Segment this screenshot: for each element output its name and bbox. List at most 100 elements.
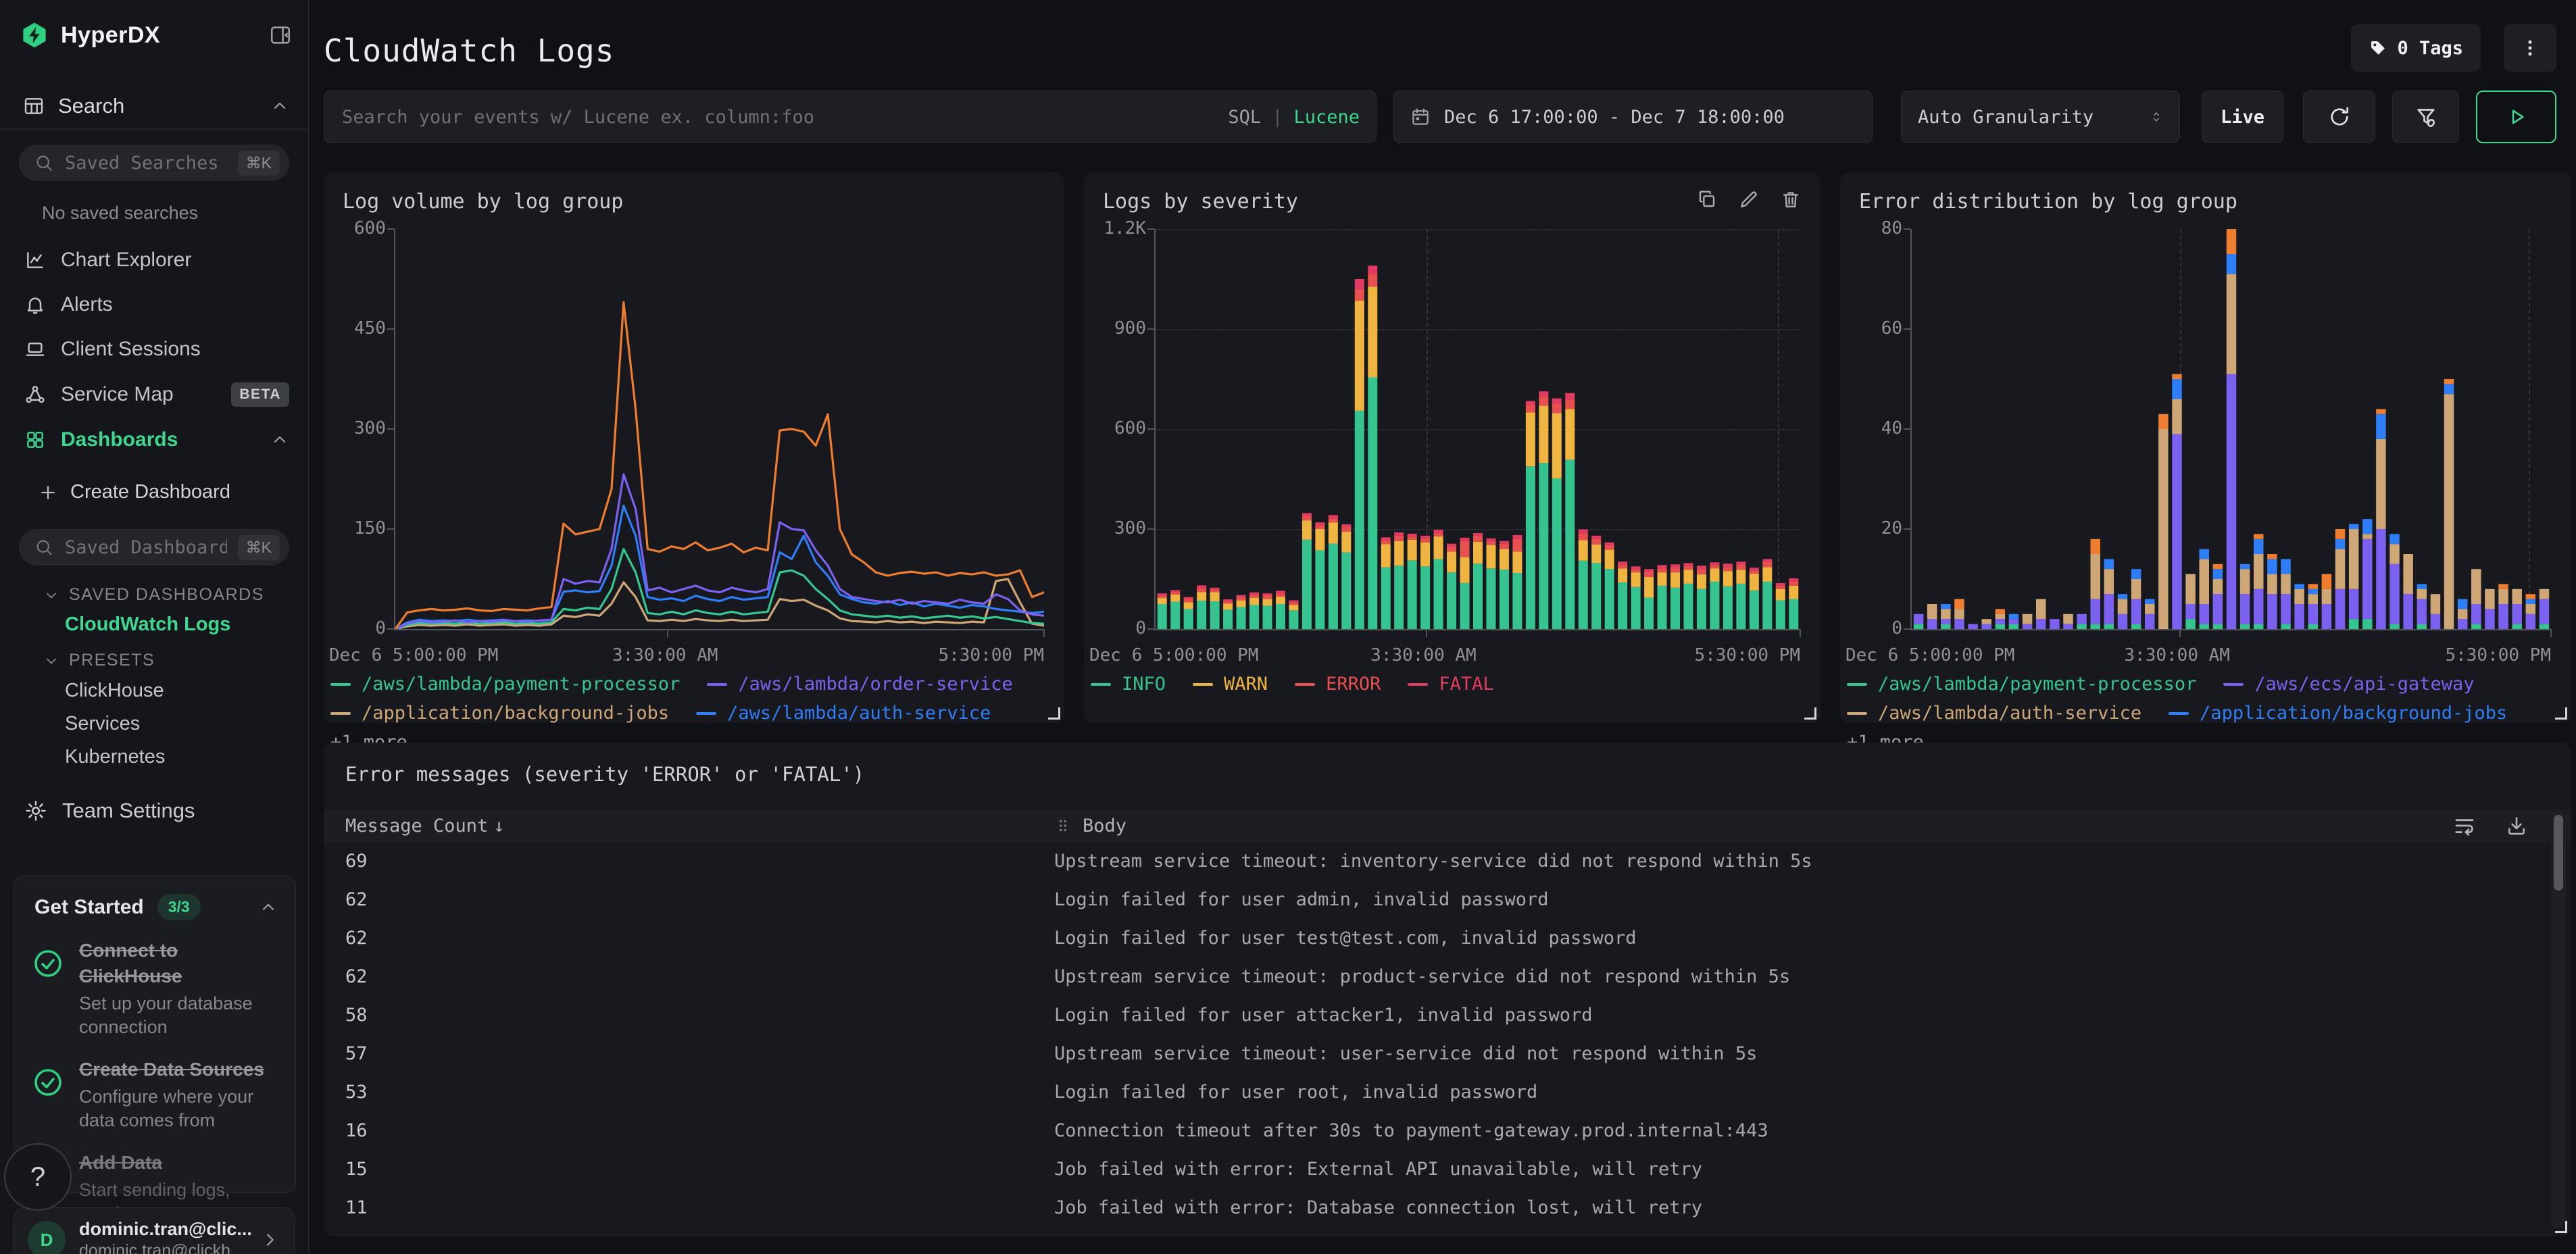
legend-item[interactable]: /aws/lambda/auth-service <box>696 703 991 724</box>
help-button[interactable]: ? <box>4 1143 72 1211</box>
table-rows: 69 Upstream service timeout: inventory-se… <box>324 842 2544 1231</box>
table-row[interactable]: 57 Upstream service timeout: user-service… <box>324 1034 2544 1073</box>
lucene-toggle[interactable]: Lucene <box>1293 107 1360 128</box>
column-body[interactable]: Body <box>1054 816 1126 836</box>
event-search-input[interactable] <box>341 105 1216 128</box>
legend-label: INFO <box>1122 674 1166 695</box>
drag-handle-icon[interactable] <box>1054 817 1072 834</box>
run-query-button[interactable] <box>2476 91 2556 143</box>
scrollbar-thumb[interactable] <box>2554 815 2563 891</box>
sidebar-section-search[interactable]: Search <box>23 91 289 122</box>
live-button[interactable]: Live <box>2202 91 2283 143</box>
edit-chart-icon[interactable] <box>1738 189 1760 210</box>
event-search-bar[interactable]: SQL | Lucene <box>324 91 1377 143</box>
legend-label: /aws/lambda/order-service <box>738 674 1013 695</box>
x-tick <box>2550 629 2552 637</box>
query-language-toggle[interactable]: SQL | Lucene <box>1228 107 1360 128</box>
legend-item[interactable]: ERROR <box>1295 674 1381 695</box>
table-row[interactable]: 16 Connection timeout after 30s to paymen… <box>324 1111 2544 1150</box>
sort-desc-icon[interactable]: ↓ <box>493 816 504 836</box>
table-scrollbar[interactable] <box>2551 811 2566 1228</box>
sidebar-item-alerts[interactable]: Alerts <box>0 282 308 327</box>
table-row[interactable]: 69 Upstream service timeout: inventory-se… <box>324 842 2544 880</box>
tags-label: 0 Tags <box>2397 37 2463 59</box>
cell-body: Login failed for user attacker1, invalid… <box>1054 1005 1593 1026</box>
granularity-select[interactable]: Auto Granularity <box>1901 91 2180 143</box>
cell-message-count: 69 <box>345 851 368 872</box>
chart-plot[interactable]: 1.2K 900 600 300 0 <box>1104 218 1801 638</box>
hyperdx-logo-icon <box>20 21 49 49</box>
table-row[interactable]: 62 Login failed for user test@test.com, i… <box>324 919 2544 957</box>
legend-item[interactable]: /aws/lambda/auth-service <box>1847 703 2141 724</box>
duplicate-chart-icon[interactable] <box>1696 189 1718 210</box>
saved-searches-input[interactable] <box>64 151 228 174</box>
filter-button[interactable] <box>2392 91 2459 143</box>
legend-item[interactable]: WARN <box>1193 674 1268 695</box>
cell-body: Connection timeout after 30s to payment-… <box>1054 1120 1768 1141</box>
legend-label: /aws/lambda/auth-service <box>727 703 991 724</box>
collapse-sidebar-icon[interactable] <box>269 24 292 47</box>
table-row[interactable]: 62 Login failed for user admin, invalid p… <box>324 880 2544 919</box>
sidebar-item-service-map[interactable]: Service Map BETA <box>0 372 308 418</box>
sidebar-item-dashboards[interactable]: Dashboards <box>0 418 308 462</box>
table-row[interactable]: 11 Job failed with error: Database connec… <box>324 1188 2544 1227</box>
y-tick <box>1904 428 1910 430</box>
search-section-icon <box>23 95 45 117</box>
resize-handle[interactable] <box>2555 707 2567 720</box>
table-row[interactable]: 58 Login failed for user attacker1, inval… <box>324 996 2544 1034</box>
x-tick <box>1425 629 1427 637</box>
date-range-picker[interactable]: Dec 6 17:00:00 - Dec 7 18:00:00 <box>1393 91 1873 143</box>
delete-chart-icon[interactable] <box>1780 189 1802 210</box>
legend-item[interactable]: /aws/lambda/payment-processor <box>1847 674 2196 695</box>
get-started-step-connect[interactable]: Connect to ClickHouse Set up your databas… <box>14 927 295 1046</box>
user-menu[interactable]: D dominic.tran@clic... dominic.tran@clic… <box>14 1207 295 1254</box>
saved-dashboards-search[interactable]: ⌘K <box>19 529 289 566</box>
get-started-step-sources[interactable]: Create Data Sources Configure where your … <box>14 1046 295 1139</box>
table-row[interactable]: 53 Login failed for user root, invalid pa… <box>324 1073 2544 1111</box>
saved-dashboards-input[interactable] <box>64 536 228 559</box>
table-row[interactable]: 15 Job failed with error: External API un… <box>324 1150 2544 1188</box>
sidebar-preset-clickhouse[interactable]: ClickHouse <box>65 680 164 702</box>
y-tick <box>1904 328 1910 330</box>
legend-item[interactable]: /aws/lambda/order-service <box>707 674 1013 695</box>
sidebar-item-chart-explorer[interactable]: Chart Explorer <box>0 238 308 282</box>
tags-button[interactable]: 0 Tags <box>2351 24 2481 72</box>
create-dashboard-button[interactable]: Create Dashboard <box>38 481 230 503</box>
nav-label: Dashboards <box>61 428 178 451</box>
search-icon <box>34 537 54 557</box>
resize-handle[interactable] <box>1804 707 1816 720</box>
presets-section[interactable]: PRESETS <box>43 651 155 670</box>
legend-dash <box>2223 682 2244 686</box>
sidebar-item-team-settings[interactable]: Team Settings <box>24 799 195 823</box>
chevron-up-icon[interactable] <box>259 898 278 917</box>
sidebar-item-client-sessions[interactable]: Client Sessions <box>0 327 308 372</box>
chevron-up-icon[interactable] <box>270 97 289 116</box>
resize-handle[interactable] <box>1048 707 1060 720</box>
saved-dashboards-section[interactable]: SAVED DASHBOARDS <box>43 585 264 605</box>
refresh-button[interactable] <box>2303 91 2375 143</box>
cell-body: Upstream service timeout: inventory-serv… <box>1054 851 1812 872</box>
sidebar-preset-services[interactable]: Services <box>65 713 140 735</box>
legend-item[interactable]: FATAL <box>1408 674 1494 695</box>
y-tick <box>1147 228 1154 230</box>
sidebar-preset-kubernetes[interactable]: Kubernetes <box>65 746 165 768</box>
play-icon <box>2505 105 2528 128</box>
legend-item[interactable]: INFO <box>1091 674 1166 695</box>
legend-item[interactable]: /application/background-jobs <box>2169 703 2507 724</box>
chart-plot[interactable]: 600 450 300 150 0 <box>354 218 1045 638</box>
table-row[interactable]: 62 Upstream service timeout: product-serv… <box>324 957 2544 996</box>
y-tick <box>387 628 394 630</box>
saved-searches-search[interactable]: ⌘K <box>19 145 289 181</box>
legend-item[interactable]: /aws/lambda/payment-processor <box>330 674 680 695</box>
chevron-up-icon[interactable] <box>270 430 289 449</box>
resize-handle[interactable] <box>2555 1221 2567 1233</box>
download-icon[interactable] <box>2505 814 2528 837</box>
chart-plot[interactable]: 80 60 40 20 0 <box>1881 218 2552 638</box>
dashboard-menu-button[interactable] <box>2504 24 2556 72</box>
legend-item[interactable]: /aws/ecs/api-gateway <box>2223 674 2475 695</box>
wrap-text-icon[interactable] <box>2452 813 2477 838</box>
sql-toggle[interactable]: SQL <box>1228 107 1261 128</box>
legend-item[interactable]: /application/background-jobs <box>330 703 669 724</box>
column-message-count[interactable]: Message Count ↓ <box>324 816 1054 836</box>
sidebar-dashboard-cloudwatch-logs[interactable]: CloudWatch Logs <box>65 613 230 636</box>
